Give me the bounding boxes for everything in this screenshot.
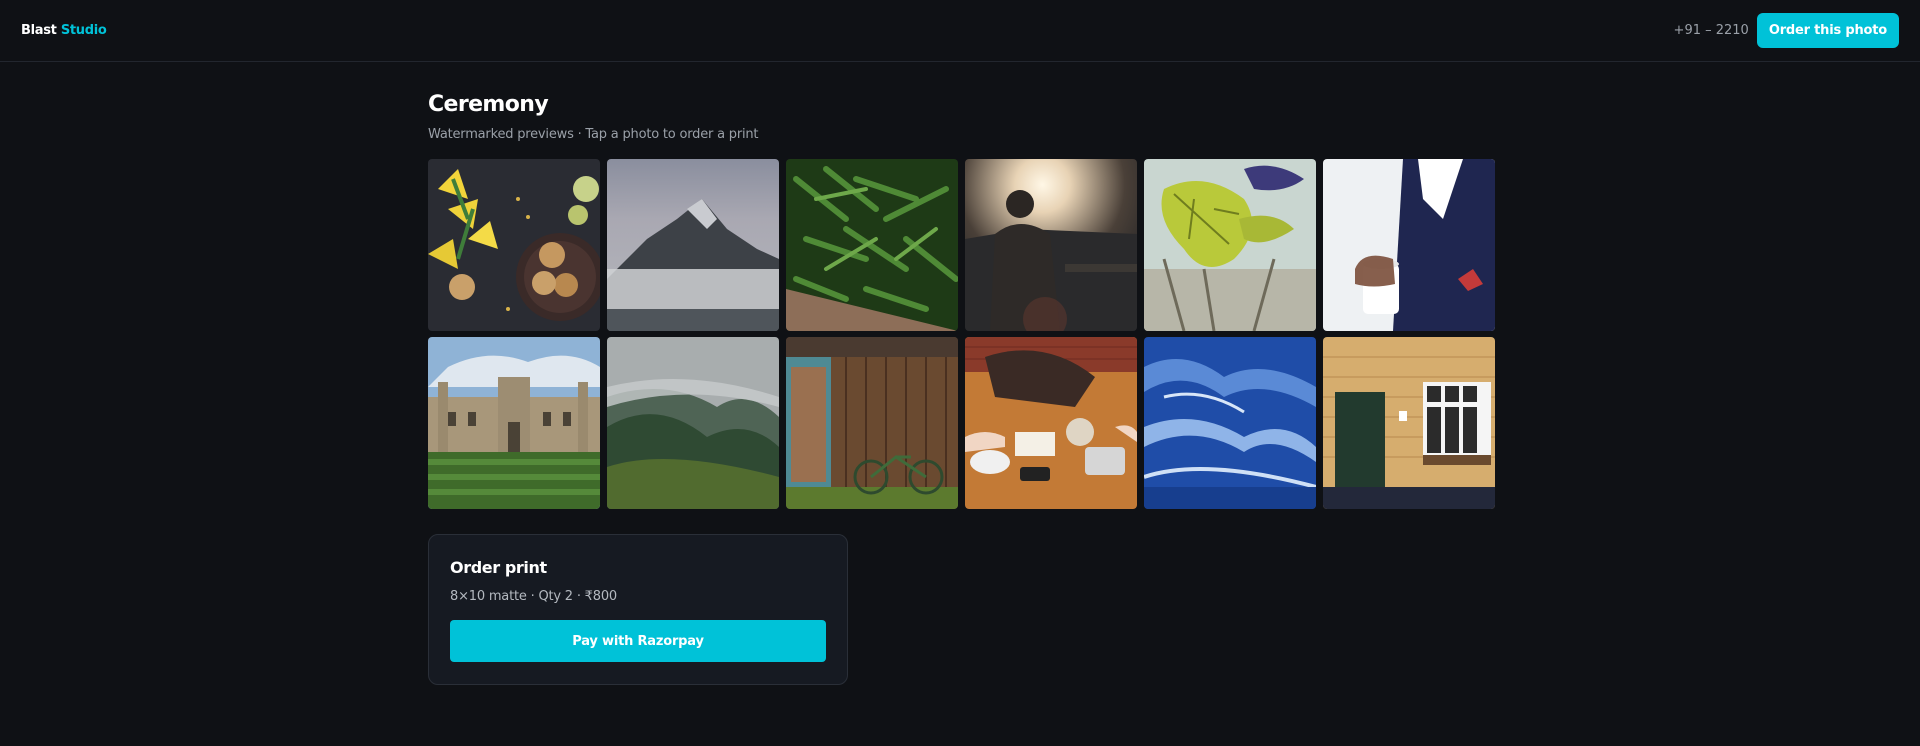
photo-tile[interactable] [1323, 159, 1495, 331]
pay-with-razorpay-button[interactable]: Pay with Razorpay [450, 620, 826, 662]
ocean-waves-photo [1144, 337, 1316, 509]
photo-tile[interactable] [1144, 337, 1316, 509]
misty-mountain-photo [607, 159, 779, 331]
photo-tile[interactable] [965, 159, 1137, 331]
college-building-photo [428, 337, 600, 509]
gallery-main: Ceremony Watermarked previews · Tap a ph… [428, 90, 1495, 685]
photo-tile[interactable] [965, 337, 1137, 509]
photo-tile[interactable] [607, 159, 779, 331]
cafe-table-phone-photo [965, 337, 1137, 509]
page-title: Ceremony [428, 92, 549, 117]
top-bar: Blast Studio +91 – 2210 Order this photo [0, 0, 1920, 62]
order-print-title: Order print [450, 558, 547, 577]
header-actions: +91 – 2210 Order this photo [1674, 13, 1899, 48]
flowers-cookies-photo [428, 159, 600, 331]
photo-grid [428, 159, 1495, 509]
order-print-card: Order print 8×10 matte · Qty 2 · ₹800 Pa… [428, 534, 848, 685]
green-leaf-photo [1144, 159, 1316, 331]
page-subtitle: Watermarked previews · Tap a photo to or… [428, 127, 759, 142]
photo-tile[interactable] [607, 337, 779, 509]
brand-logo[interactable]: Blast Studio [21, 23, 107, 38]
photo-tile[interactable] [428, 337, 600, 509]
order-this-photo-button[interactable]: Order this photo [1756, 13, 1899, 48]
sunset-silhouette-photo [965, 159, 1137, 331]
wooden-shed-bicycle-photo [786, 337, 958, 509]
photo-tile[interactable] [1144, 159, 1316, 331]
phone-number: +91 – 2210 [1673, 23, 1749, 38]
photo-tile[interactable] [786, 159, 958, 331]
foggy-forest-hill-photo [607, 337, 779, 509]
suit-coffee-cup-photo [1323, 159, 1495, 331]
photo-tile[interactable] [1323, 337, 1495, 509]
brand-name: Blast [21, 23, 57, 38]
brick-house-door-photo [1323, 337, 1495, 509]
photo-tile[interactable] [428, 159, 600, 331]
green-beans-photo [786, 159, 958, 331]
brand-name-accent: Studio [60, 23, 107, 38]
photo-tile[interactable] [786, 337, 958, 509]
order-print-detail: 8×10 matte · Qty 2 · ₹800 [450, 589, 617, 604]
